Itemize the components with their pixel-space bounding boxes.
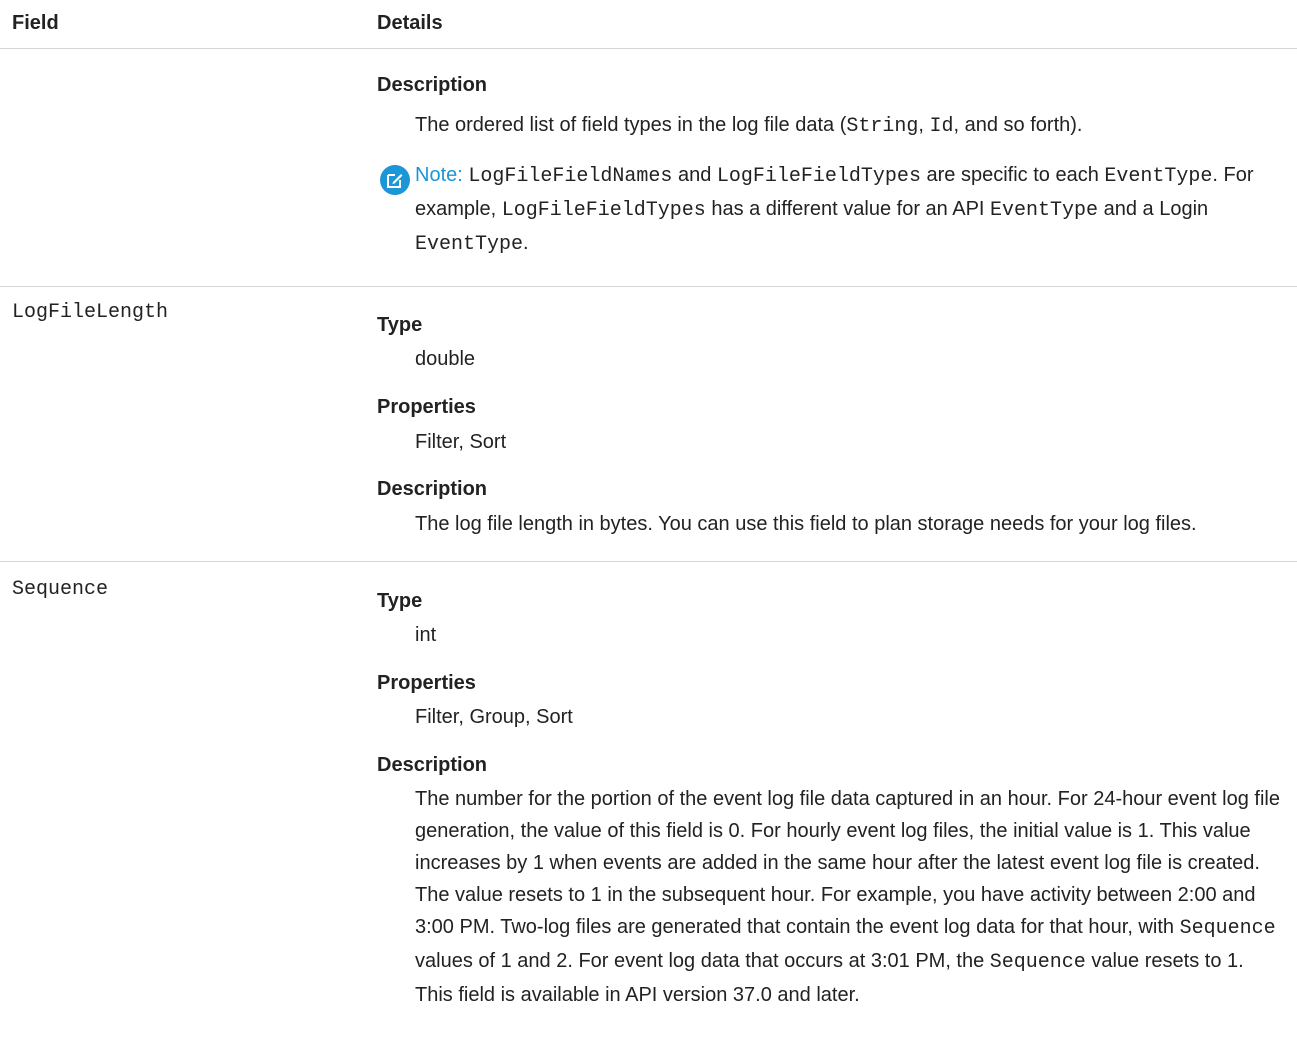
note-text: Note: LogFileFieldNames and LogFileField… <box>415 164 1254 256</box>
field-column-header: Field <box>12 12 59 34</box>
field-reference-table: Field Details Description The ordered li… <box>0 0 1297 1040</box>
description-label: Description <box>377 754 488 776</box>
type-label: Type <box>377 314 423 336</box>
table-row: Sequence Type int Properties Filter, Gro… <box>0 562 1297 1040</box>
field-name: LogFileLength <box>12 301 169 324</box>
properties-value: Filter, Group, Sort <box>415 706 573 728</box>
type-value: double <box>415 348 476 370</box>
description-label: Description <box>377 74 488 96</box>
properties-value: Filter, Sort <box>415 431 507 453</box>
properties-label: Properties <box>377 396 476 418</box>
field-name: Sequence <box>12 578 109 601</box>
description-text: The log file length in bytes. You can us… <box>415 513 1197 535</box>
description-text: The ordered list of field types in the l… <box>415 114 1083 138</box>
type-label: Type <box>377 590 423 612</box>
table-row: LogFileLength Type double Properties Fil… <box>0 287 1297 562</box>
type-value: int <box>415 624 437 646</box>
description-text: The number for the portion of the event … <box>415 788 1280 1006</box>
edit-note-icon <box>380 165 410 195</box>
description-label: Description <box>377 478 488 500</box>
properties-label: Properties <box>377 672 476 694</box>
details-column-header: Details <box>377 12 443 34</box>
note-label: Note: <box>415 164 463 186</box>
table-header: Field Details <box>0 0 1297 49</box>
